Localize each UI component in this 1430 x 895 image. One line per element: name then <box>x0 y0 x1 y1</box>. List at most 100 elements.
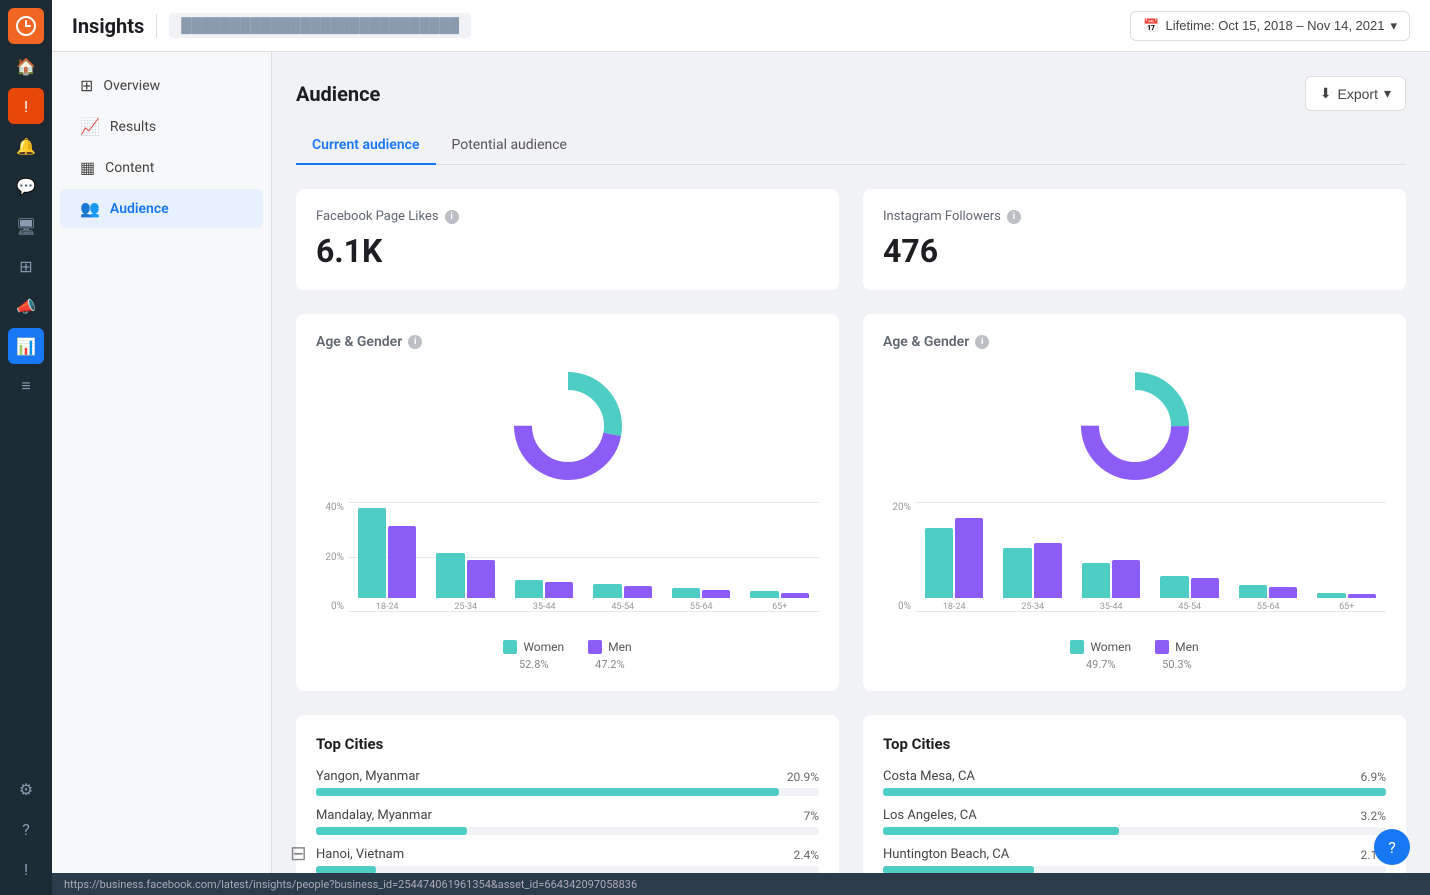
city-bar-fill-huntington-beach <box>883 866 1034 873</box>
city-bar-track-huntington-beach <box>883 866 1386 873</box>
facebook-cities-title: Top Cities <box>316 735 819 753</box>
nav-icon-logo[interactable] <box>8 8 44 44</box>
status-bar: https://business.facebook.com/latest/ins… <box>52 873 1430 895</box>
city-name-los-angeles: Los Angeles, CA <box>883 808 977 823</box>
city-name-huntington-beach: Huntington Beach, CA <box>883 847 1009 862</box>
nav-icon-help[interactable]: ? <box>8 811 44 847</box>
instagram-donut-chart <box>883 366 1386 486</box>
fb-bar-45-54-men <box>624 586 652 598</box>
sidebar-item-results[interactable]: 📈 Results <box>60 107 263 146</box>
audience-header: Audience ⬇ Export ▾ <box>296 76 1406 111</box>
nav-icon-monitor[interactable]: 🖥 <box>8 208 44 244</box>
status-bar-url: https://business.facebook.com/latest/ins… <box>64 878 637 891</box>
export-chevron-icon: ▾ <box>1384 85 1391 102</box>
sidebar-item-overview[interactable]: ⊞ Overview <box>60 66 263 105</box>
nav-icon-inbox[interactable]: 💬 <box>8 168 44 204</box>
ig-bar-35-44-women <box>1082 563 1110 598</box>
ig-bar-45-54-women <box>1160 576 1188 598</box>
city-item-yangon: Yangon, Myanmar 20.9% <box>316 769 819 796</box>
nav-icon-campaigns[interactable]: 📣 <box>8 288 44 324</box>
sidebar-collapse-button[interactable]: ⊟ <box>290 841 307 865</box>
stats-row: Facebook Page Likes i 6.1K Instagram Fol… <box>296 189 1406 290</box>
city-bar-fill-hanoi <box>316 866 376 873</box>
city-pct-los-angeles: 3.2% <box>1361 809 1386 823</box>
nav-icon-settings[interactable]: ⚙ <box>8 771 44 807</box>
ig-bar-25-34: 25-34 <box>994 543 1073 612</box>
facebook-likes-label: Facebook Page Likes i <box>316 209 819 224</box>
city-name-costa-mesa: Costa Mesa, CA <box>883 769 975 784</box>
facebook-likes-value: 6.1K <box>316 232 819 270</box>
sidebar-item-content[interactable]: ▦ Content <box>60 148 263 187</box>
ig-bar-55-64-women <box>1239 585 1267 598</box>
calendar-icon: 📅 <box>1143 18 1159 34</box>
sidebar-item-audience[interactable]: 👥 Audience <box>60 189 263 228</box>
audience-title: Audience <box>296 82 380 106</box>
legend-men-fb: Men 47.2% <box>588 640 631 671</box>
chevron-down-icon: ▾ <box>1390 18 1397 34</box>
nav-icon-grid[interactable]: ⊞ <box>8 248 44 284</box>
fb-bar-35-44: 35-44 <box>505 580 584 612</box>
ig-bar-65plus: 65+ <box>1308 593 1387 612</box>
city-bar-track-yangon <box>316 788 819 796</box>
women-color-swatch-ig <box>1070 640 1084 654</box>
fb-bar-18-24: 18-24 <box>348 508 427 612</box>
city-item-huntington-beach: Huntington Beach, CA 2.1% <box>883 847 1386 873</box>
sidebar: ⊞ Overview 📈 Results ▦ Content 👥 Audienc… <box>52 52 272 873</box>
fb-bar-25-34-men <box>467 560 495 598</box>
ig-age-gender-info-icon: i <box>975 335 989 349</box>
export-button[interactable]: ⬇ Export ▾ <box>1305 76 1406 111</box>
ig-bar-18-24-women <box>925 528 953 598</box>
charts-row: Age & Gender i <box>296 314 1406 691</box>
nav-icon-menu[interactable]: ≡ <box>8 368 44 404</box>
fb-bar-25-34: 25-34 <box>427 553 506 612</box>
legend-women-ig: Women 49.7% <box>1070 640 1131 671</box>
fb-bar-65plus-men <box>781 593 809 598</box>
nav-icon-alert[interactable]: ! <box>8 88 44 124</box>
ig-bar-55-64: 55-64 <box>1229 585 1308 612</box>
women-color-swatch-fb <box>503 640 517 654</box>
fb-bar-35-44-women <box>515 580 543 598</box>
nav-icon-feedback[interactable]: ! <box>8 851 44 887</box>
facebook-age-gender-title: Age & Gender i <box>316 334 819 350</box>
fb-bar-18-24-women <box>358 508 386 598</box>
header-divider <box>156 14 157 38</box>
download-icon: ⬇ <box>1320 85 1332 102</box>
ig-bar-55-64-men <box>1269 587 1297 598</box>
city-pct-mandalay: 7% <box>803 809 819 823</box>
city-name-mandalay: Mandalay, Myanmar <box>316 808 432 823</box>
date-range-button[interactable]: 📅 Lifetime: Oct 15, 2018 – Nov 14, 2021 … <box>1130 11 1410 41</box>
city-bar-track-costa-mesa <box>883 788 1386 796</box>
fb-bar-35-44-men <box>545 582 573 598</box>
instagram-cities-title: Top Cities <box>883 735 1386 753</box>
facebook-likes-card: Facebook Page Likes i 6.1K <box>296 189 839 290</box>
sidebar-item-label-results: Results <box>110 119 156 135</box>
audience-tabs: Current audience Potential audience <box>296 127 1406 165</box>
page-title: Insights <box>72 14 144 38</box>
ig-bar-18-24-men <box>955 518 983 598</box>
instagram-cities-card: Top Cities Costa Mesa, CA 6.9% Los Angel… <box>863 715 1406 873</box>
fb-bar-65plus-women <box>750 591 778 598</box>
city-item-los-angeles: Los Angeles, CA 3.2% <box>883 808 1386 835</box>
ig-bar-65plus-women <box>1317 593 1345 598</box>
nav-icon-insights[interactable]: 📊 <box>8 328 44 364</box>
city-name-hanoi: Hanoi, Vietnam <box>316 847 404 862</box>
support-chat-button[interactable]: ? <box>1374 829 1410 865</box>
instagram-followers-info-icon: i <box>1007 210 1021 224</box>
fb-bar-65plus: 65+ <box>741 591 820 612</box>
main-area: Insights ████████████████████████████ 📅 … <box>52 0 1430 895</box>
instagram-followers-card: Instagram Followers i 476 <box>863 189 1406 290</box>
top-header: Insights ████████████████████████████ 📅 … <box>52 0 1430 52</box>
city-pct-yangon: 20.9% <box>787 770 819 784</box>
legend-men-ig: Men 50.3% <box>1155 640 1198 671</box>
city-pct-costa-mesa: 6.9% <box>1361 770 1386 784</box>
nav-icon-home[interactable]: 🏠 <box>8 48 44 84</box>
tab-potential-audience[interactable]: Potential audience <box>436 127 583 165</box>
tab-current-audience[interactable]: Current audience <box>296 127 436 165</box>
ig-bar-35-44: 35-44 <box>1072 560 1151 612</box>
content-icon: ▦ <box>80 158 95 177</box>
instagram-bar-chart: 20% 0% <box>883 502 1386 632</box>
nav-icon-notifications[interactable]: 🔔 <box>8 128 44 164</box>
city-bar-track-mandalay <box>316 827 819 835</box>
city-item-mandalay: Mandalay, Myanmar 7% <box>316 808 819 835</box>
ig-bar-25-34-men <box>1034 543 1062 598</box>
